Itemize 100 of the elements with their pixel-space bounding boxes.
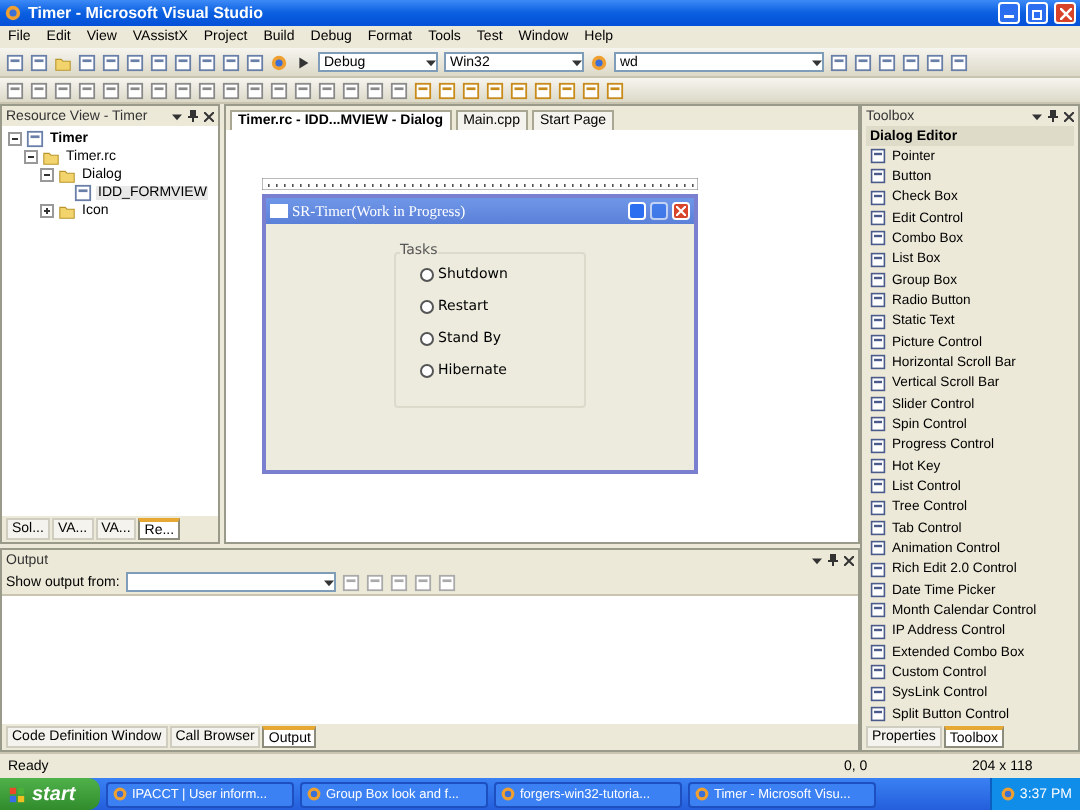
expander-icon[interactable] xyxy=(24,150,38,164)
pin-icon[interactable] xyxy=(188,110,198,122)
window-icon xyxy=(270,204,288,218)
align-tool-icon[interactable] xyxy=(342,81,360,99)
control-icon xyxy=(870,437,886,454)
align-tool-icon[interactable] xyxy=(150,81,168,99)
control-icon xyxy=(870,623,886,640)
toolbar-document-icon[interactable] xyxy=(198,53,216,71)
align-tool-icon[interactable] xyxy=(270,81,288,99)
globe-icon[interactable] xyxy=(270,53,288,71)
close-icon[interactable] xyxy=(1064,111,1074,121)
control-icon xyxy=(870,210,886,227)
dialog-tool-icon[interactable] xyxy=(582,81,600,99)
maximize-button[interactable] xyxy=(650,202,668,220)
control-icon xyxy=(870,499,886,516)
close-button[interactable] xyxy=(672,202,690,220)
align-tool-icon[interactable] xyxy=(126,81,144,99)
dropdown-arrow-icon[interactable] xyxy=(1032,111,1042,121)
align-tool-icon[interactable] xyxy=(222,81,240,99)
globe-icon[interactable] xyxy=(590,53,608,71)
dialog-tool-icon[interactable] xyxy=(462,81,480,99)
pin-icon[interactable] xyxy=(828,554,838,566)
control-icon xyxy=(870,396,886,413)
toolbar-document-icon[interactable] xyxy=(150,53,168,71)
control-icon xyxy=(870,582,886,599)
dropdown-arrow-icon[interactable] xyxy=(572,57,582,67)
align-tool-icon[interactable] xyxy=(78,81,96,99)
control-icon xyxy=(870,354,886,371)
app-icon xyxy=(500,786,516,802)
dropdown-arrow-icon[interactable] xyxy=(812,57,822,67)
toolbar-document-icon[interactable] xyxy=(902,53,920,71)
toolbar-document-icon[interactable] xyxy=(950,53,968,71)
control-icon xyxy=(870,685,886,702)
pin-icon[interactable] xyxy=(1048,110,1058,122)
expander-icon[interactable] xyxy=(40,168,54,182)
expander-icon[interactable] xyxy=(40,204,54,218)
control-icon xyxy=(870,334,886,351)
window-title: Timer - Microsoft Visual Studio xyxy=(28,4,265,22)
output-tool-icon[interactable] xyxy=(341,573,360,591)
toolbar-document-icon[interactable] xyxy=(246,53,264,71)
close-button[interactable] xyxy=(1054,2,1076,24)
align-tool-icon[interactable] xyxy=(30,81,48,99)
toolbar-document-icon[interactable] xyxy=(854,53,872,71)
control-icon xyxy=(870,644,886,661)
dialog-tool-icon[interactable] xyxy=(414,81,432,99)
control-icon xyxy=(870,561,886,578)
close-icon[interactable] xyxy=(844,555,854,565)
output-tool-icon[interactable] xyxy=(389,573,408,591)
output-tool-icon[interactable] xyxy=(437,573,456,591)
minimize-button[interactable] xyxy=(998,2,1020,24)
restore-button[interactable] xyxy=(1026,2,1048,24)
align-tool-icon[interactable] xyxy=(6,81,24,99)
align-tool-icon[interactable] xyxy=(294,81,312,99)
dropdown-arrow-icon[interactable] xyxy=(812,555,822,565)
dropdown-arrow-icon[interactable] xyxy=(172,111,182,121)
align-tool-icon[interactable] xyxy=(390,81,408,99)
toolbar-document-icon[interactable] xyxy=(6,53,24,71)
dialog-tool-icon[interactable] xyxy=(486,81,504,99)
start-debug-icon[interactable] xyxy=(294,53,312,71)
align-tool-icon[interactable] xyxy=(174,81,192,99)
dialog-tool-icon[interactable] xyxy=(510,81,528,99)
minimize-button[interactable] xyxy=(628,202,646,220)
tray-icon xyxy=(999,786,1016,802)
toolbar-document-icon[interactable] xyxy=(126,53,144,71)
toolbar-document-icon[interactable] xyxy=(878,53,896,71)
dropdown-arrow-icon[interactable] xyxy=(426,57,436,67)
control-icon xyxy=(870,230,886,247)
dropdown-arrow-icon[interactable] xyxy=(323,577,334,587)
output-tool-icon[interactable] xyxy=(413,573,432,591)
align-tool-icon[interactable] xyxy=(102,81,120,99)
toolbar-document-icon[interactable] xyxy=(174,53,192,71)
align-tool-icon[interactable] xyxy=(54,81,72,99)
control-icon xyxy=(870,292,886,309)
windows-flag-icon xyxy=(8,785,26,803)
toolbar-document-icon[interactable] xyxy=(78,53,96,71)
dialog-tool-icon[interactable] xyxy=(534,81,552,99)
close-icon[interactable] xyxy=(204,111,214,121)
align-tool-icon[interactable] xyxy=(366,81,384,99)
control-icon xyxy=(870,272,886,289)
align-tool-icon[interactable] xyxy=(198,81,216,99)
expander-icon[interactable] xyxy=(8,132,22,146)
control-icon xyxy=(870,664,886,681)
output-tool-icon[interactable] xyxy=(365,573,384,591)
control-icon xyxy=(870,375,886,392)
align-tool-icon[interactable] xyxy=(246,81,264,99)
toolbar-document-icon[interactable] xyxy=(926,53,944,71)
dialog-tool-icon[interactable] xyxy=(606,81,624,99)
close-icon xyxy=(676,206,686,216)
dialog-tool-icon[interactable] xyxy=(438,81,456,99)
control-icon xyxy=(870,168,886,185)
control-icon xyxy=(870,602,886,619)
dialog-tool-icon[interactable] xyxy=(558,81,576,99)
control-icon xyxy=(870,706,886,723)
align-tool-icon[interactable] xyxy=(318,81,336,99)
toolbar-document-icon[interactable] xyxy=(30,53,48,71)
toolbar-document-icon[interactable] xyxy=(222,53,240,71)
control-icon xyxy=(870,520,886,537)
open-folder-icon[interactable] xyxy=(54,53,72,71)
toolbar-document-icon[interactable] xyxy=(102,53,120,71)
toolbar-document-icon[interactable] xyxy=(830,53,848,71)
